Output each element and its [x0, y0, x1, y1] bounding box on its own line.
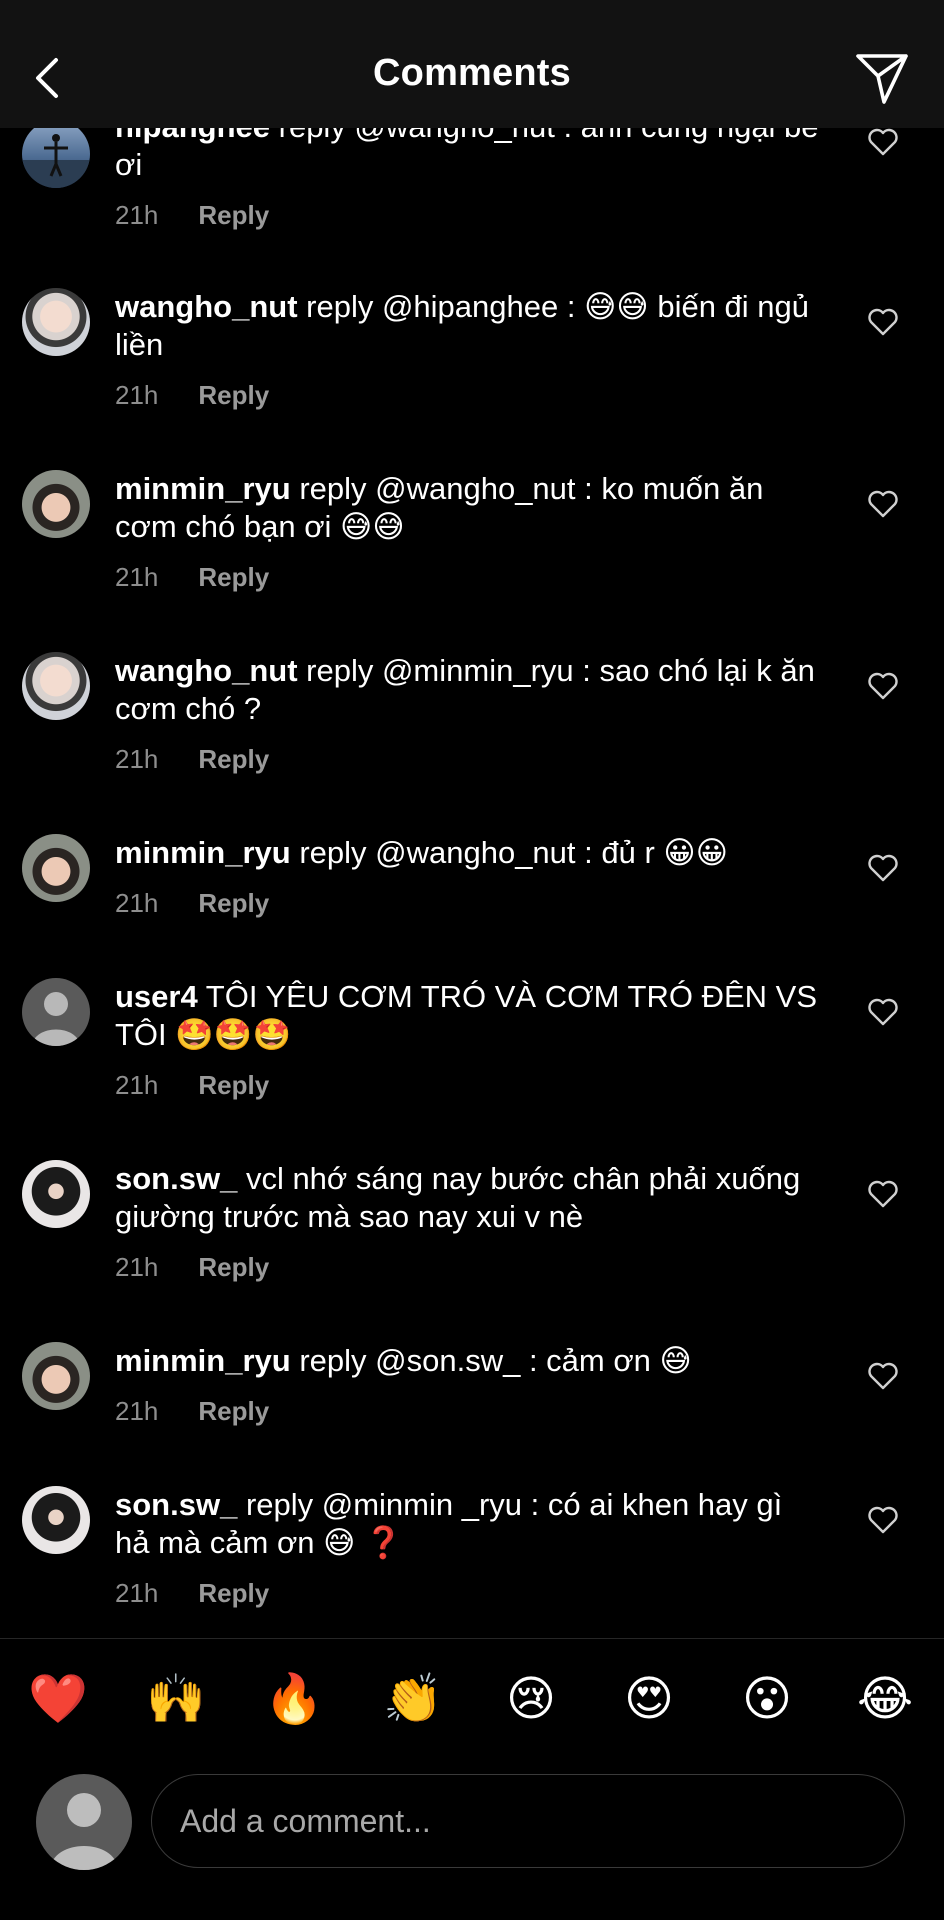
- comment-username[interactable]: minmin_ryu: [115, 1343, 291, 1378]
- emoji-laughing[interactable]: 😂: [853, 1671, 917, 1729]
- comment-meta: 21h Reply: [115, 1252, 269, 1283]
- reply-button[interactable]: Reply: [198, 380, 269, 410]
- minmin-avatar[interactable]: [22, 470, 90, 538]
- comment-meta: 21h Reply: [115, 562, 269, 593]
- comment-meta: 21h Reply: [115, 1396, 269, 1427]
- heart-icon[interactable]: [867, 672, 899, 700]
- comment-time: 21h: [115, 744, 159, 774]
- comment-text: wangho_nut reply @minmin_ryu : sao chó l…: [115, 652, 820, 728]
- comment-text: minmin_ryu reply @wangho_nut : ko muốn ă…: [115, 470, 820, 546]
- reply-button[interactable]: Reply: [198, 888, 269, 918]
- send-direct-icon[interactable]: [854, 50, 910, 106]
- comment-text: son.sw_ reply @minmin _ryu : có ai khen …: [115, 1486, 820, 1562]
- comment-meta: 21h Reply: [115, 888, 269, 919]
- emoji-heart[interactable]: ❤️: [26, 1671, 90, 1729]
- comment-time: 21h: [115, 1396, 159, 1426]
- emoji-clap[interactable]: 👏: [381, 1671, 445, 1729]
- comment-time: 21h: [115, 888, 159, 918]
- comment-username[interactable]: minmin_ryu: [115, 835, 291, 870]
- reply-button[interactable]: Reply: [198, 562, 269, 592]
- comment-text: user4 TÔI YÊU CƠM TRÓ VÀ CƠM TRÓ ĐÊN VS …: [115, 978, 820, 1054]
- wangho-avatar[interactable]: [22, 288, 90, 356]
- reply-button[interactable]: Reply: [198, 1396, 269, 1426]
- heart-icon[interactable]: [867, 128, 899, 156]
- emoji-fire[interactable]: 🔥: [262, 1671, 326, 1729]
- comments-list[interactable]: hipanghee reply @wangho_nut : anh cũng n…: [0, 0, 944, 1638]
- heart-icon[interactable]: [867, 854, 899, 882]
- son-avatar[interactable]: [22, 1160, 90, 1228]
- comment-username[interactable]: wangho_nut: [115, 653, 298, 688]
- heart-icon[interactable]: [867, 998, 899, 1026]
- comment-content: reply @son.sw_ : cảm ơn 😅: [290, 1343, 692, 1378]
- reply-button[interactable]: Reply: [198, 200, 269, 230]
- header-bar: Comments: [0, 0, 944, 128]
- comment-meta: 21h Reply: [115, 1578, 269, 1609]
- comment-username[interactable]: son.sw_: [115, 1487, 237, 1522]
- minmin-avatar[interactable]: [22, 834, 90, 902]
- comment-username[interactable]: son.sw_: [115, 1161, 237, 1196]
- default-avatar[interactable]: [22, 978, 90, 1046]
- comment-input[interactable]: [178, 1775, 882, 1867]
- comment-meta: 21h Reply: [115, 380, 269, 411]
- hipanghee-avatar[interactable]: [22, 120, 90, 188]
- emoji-raised-hands[interactable]: 🙌: [144, 1671, 208, 1729]
- comment-time: 21h: [115, 1252, 159, 1282]
- comment-text: wangho_nut reply @hipanghee : 😅😅 biến đi…: [115, 288, 820, 364]
- reply-button[interactable]: Reply: [198, 1252, 269, 1282]
- comment-time: 21h: [115, 562, 159, 592]
- comment-time: 21h: [115, 200, 159, 230]
- minmin-avatar[interactable]: [22, 1342, 90, 1410]
- comment-content: TÔI YÊU CƠM TRÓ VÀ CƠM TRÓ ĐÊN VS TÔI 🤩🤩…: [115, 979, 818, 1052]
- heart-icon[interactable]: [867, 490, 899, 518]
- comment-text: minmin_ryu reply @wangho_nut : đủ r 😀😀: [115, 834, 820, 872]
- comment-time: 21h: [115, 380, 159, 410]
- page-title: Comments: [373, 52, 571, 94]
- reply-button[interactable]: Reply: [198, 744, 269, 774]
- heart-icon[interactable]: [867, 1180, 899, 1208]
- comment-time: 21h: [115, 1070, 159, 1100]
- comment-username[interactable]: wangho_nut: [115, 289, 298, 324]
- reply-button[interactable]: Reply: [198, 1578, 269, 1608]
- heart-icon[interactable]: [867, 1506, 899, 1534]
- heart-icon[interactable]: [867, 1362, 899, 1390]
- emoji-heart-eyes[interactable]: 😍: [617, 1671, 681, 1729]
- reply-button[interactable]: Reply: [198, 1070, 269, 1100]
- comment-meta: 21h Reply: [115, 1070, 269, 1101]
- comment-meta: 21h Reply: [115, 200, 269, 231]
- comment-username[interactable]: user4: [115, 979, 198, 1014]
- quick-emoji-bar: ❤️ 🙌 🔥 👏 😢 😍 😮 😂: [0, 1638, 944, 1789]
- user-avatar: [36, 1774, 132, 1870]
- emoji-surprised[interactable]: 😮: [735, 1671, 799, 1729]
- comment-username[interactable]: minmin_ryu: [115, 471, 291, 506]
- comment-text: son.sw_ vcl nhớ sáng nay bước chân phải …: [115, 1160, 820, 1236]
- comment-meta: 21h Reply: [115, 744, 269, 775]
- wangho-avatar[interactable]: [22, 652, 90, 720]
- comment-composer: [151, 1774, 905, 1868]
- heart-icon[interactable]: [867, 308, 899, 336]
- comment-content: reply @wangho_nut : đủ r 😀😀: [290, 835, 729, 870]
- comment-time: 21h: [115, 1578, 159, 1608]
- comment-text: minmin_ryu reply @son.sw_ : cảm ơn 😅: [115, 1342, 820, 1380]
- son-avatar[interactable]: [22, 1486, 90, 1554]
- emoji-crying[interactable]: 😢: [499, 1671, 563, 1729]
